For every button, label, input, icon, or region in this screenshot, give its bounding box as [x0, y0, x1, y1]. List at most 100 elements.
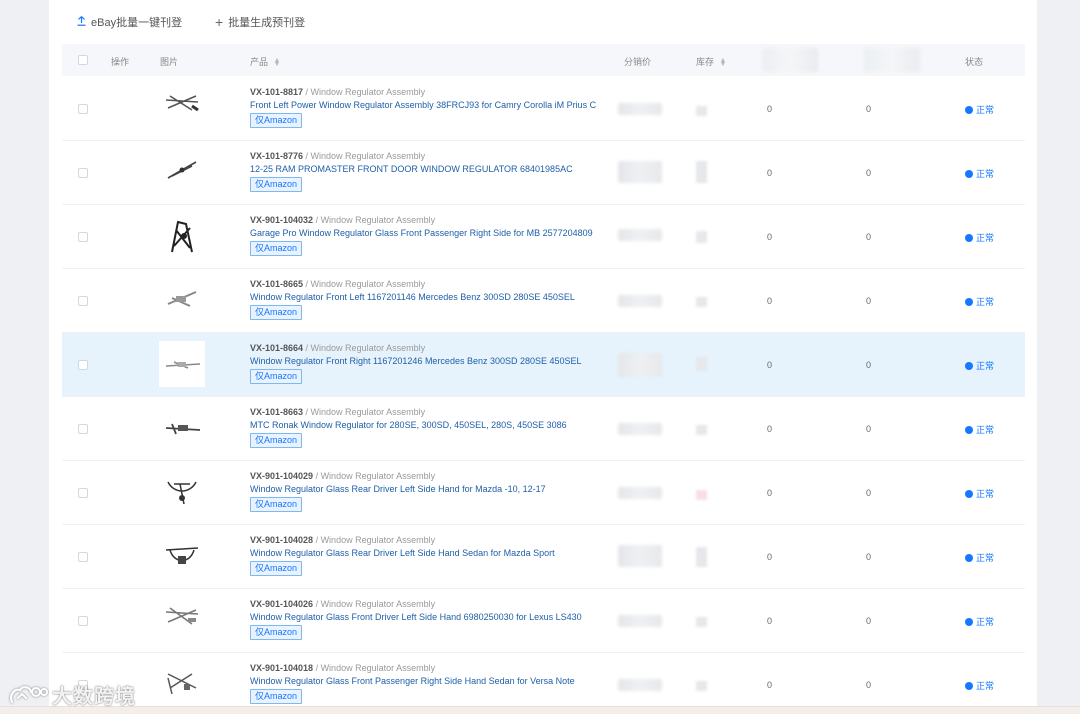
amazon-only-tag: 仅Amazon	[250, 433, 303, 448]
product-thumbnail[interactable]	[159, 405, 205, 451]
window-regulator-image	[171, 220, 193, 253]
amazon-only-tag: 仅Amazon	[250, 113, 303, 128]
status-label: 正常	[976, 489, 995, 499]
column-header-price: 分销价	[624, 57, 652, 67]
product-thumbnail[interactable]	[159, 149, 205, 195]
status-badge: 正常	[965, 103, 994, 116]
status-badge: 正常	[965, 359, 994, 372]
status-label: 正常	[976, 681, 995, 691]
status-dot-icon	[965, 297, 973, 306]
product-title-link[interactable]: Window Regulator Glass Rear Driver Left …	[250, 484, 600, 494]
product-category: / Window Regulator Assembly	[313, 471, 436, 481]
plus-icon: +	[215, 14, 224, 30]
product-sku: VX-101-8664	[250, 343, 304, 353]
table-row[interactable]: VX-101-8664 / Window Regulator Assembly …	[62, 333, 1025, 397]
product-title-link[interactable]: MTC Ronak Window Regulator for 280SE, 30…	[250, 420, 600, 430]
price-redacted	[618, 295, 662, 307]
sort-icon[interactable]: ▲ ▼	[274, 57, 281, 68]
price-redacted	[618, 103, 662, 115]
row-checkbox[interactable]	[78, 104, 88, 114]
toolbar: eBay批量一键刊登 + 批量生成预刊登	[49, 0, 1037, 44]
row-checkbox[interactable]	[78, 552, 88, 562]
product-title-link[interactable]: Window Regulator Glass Rear Driver Left …	[250, 548, 600, 558]
bulk-generate-prelisting-button[interactable]: + 批量生成预刊登	[215, 14, 305, 30]
product-thumbnail[interactable]	[159, 661, 205, 706]
product-thumbnail[interactable]	[159, 277, 205, 323]
value-cell: 0	[866, 616, 872, 626]
product-title-link[interactable]: Window Regulator Front Left 1167201146 M…	[250, 292, 600, 302]
product-category: / Window Regulator Assembly	[303, 87, 426, 97]
table-row[interactable]: VX-101-8776 / Window Regulator Assembly …	[62, 141, 1025, 205]
table-row[interactable]: VX-901-104028 / Window Regulator Assembl…	[62, 525, 1025, 589]
product-title-link[interactable]: Garage Pro Window Regulator Glass Front …	[250, 228, 600, 238]
row-checkbox[interactable]	[78, 424, 88, 434]
product-category: / Window Regulator Assembly	[313, 535, 436, 545]
status-label: 正常	[976, 169, 995, 179]
status-dot-icon	[965, 489, 973, 498]
table-row[interactable]: VX-101-8817 / Window Regulator Assembly …	[62, 77, 1025, 141]
product-thumbnail[interactable]	[159, 85, 205, 131]
status-dot-icon	[965, 169, 973, 178]
row-checkbox[interactable]	[78, 232, 88, 242]
stock-redacted	[696, 297, 707, 307]
product-title-link[interactable]: Front Left Power Window Regulator Assemb…	[250, 100, 600, 110]
value-cell: 0	[767, 168, 773, 178]
table-row[interactable]: VX-901-104029 / Window Regulator Assembl…	[62, 461, 1025, 525]
product-thumbnail[interactable]	[159, 597, 205, 643]
row-checkbox[interactable]	[78, 168, 88, 178]
price-redacted	[618, 545, 662, 567]
value-cell: 0	[767, 104, 773, 114]
product-sku: VX-101-8663	[250, 407, 304, 417]
column-header-stock[interactable]: 库存 ▲ ▼	[696, 55, 726, 68]
sort-icon[interactable]: ▲ ▼	[720, 57, 727, 68]
sku-line: VX-101-8776 / Window Regulator Assembly	[250, 151, 610, 161]
amazon-only-tag: 仅Amazon	[250, 369, 303, 384]
product-title-link[interactable]: 12-25 RAM PROMASTER FRONT DOOR WINDOW RE…	[250, 164, 600, 174]
main-panel: eBay批量一键刊登 + 批量生成预刊登 操作 图片 产品 ▲ ▼ 分销价 库存 …	[49, 0, 1037, 706]
stock-redacted	[696, 425, 707, 435]
column-header-stock-label: 库存	[696, 57, 715, 67]
stock-redacted	[696, 106, 707, 116]
sku-line: VX-901-104018 / Window Regulator Assembl…	[250, 663, 610, 673]
product-title-link[interactable]: Window Regulator Front Right 1167201246 …	[250, 356, 600, 366]
product-thumbnail[interactable]	[159, 469, 205, 515]
status-dot-icon	[965, 617, 973, 626]
status-badge: 正常	[965, 615, 994, 628]
product-title-link[interactable]: Window Regulator Glass Front Passenger R…	[250, 676, 600, 686]
row-checkbox[interactable]	[78, 488, 88, 498]
price-redacted	[618, 615, 662, 627]
product-thumbnail[interactable]	[159, 213, 205, 259]
status-badge: 正常	[965, 167, 994, 180]
row-checkbox[interactable]	[78, 616, 88, 626]
price-redacted	[618, 353, 662, 377]
column-header-redacted	[762, 48, 818, 72]
value-cell: 0	[767, 424, 773, 434]
row-checkbox[interactable]	[78, 360, 88, 370]
product-sku: VX-901-104018	[250, 663, 314, 673]
ebay-bulk-listing-label: eBay批量一键刊登	[91, 17, 183, 29]
table-row[interactable]: VX-901-104032 / Window Regulator Assembl…	[62, 205, 1025, 269]
product-category: / Window Regulator Assembly	[313, 599, 436, 609]
ebay-bulk-listing-button[interactable]: eBay批量一键刊登	[77, 14, 182, 30]
row-checkbox[interactable]	[78, 296, 88, 306]
value-cell: 0	[866, 488, 872, 498]
product-category: / Window Regulator Assembly	[303, 151, 426, 161]
watermark-logo-icon	[10, 685, 48, 703]
product-thumbnail[interactable]	[159, 533, 205, 579]
table-row[interactable]: VX-901-104018 / Window Regulator Assembl…	[62, 653, 1025, 706]
select-all-checkbox[interactable]	[78, 55, 88, 65]
product-cell: VX-901-104018 / Window Regulator Assembl…	[250, 663, 610, 704]
status-label: 正常	[976, 297, 995, 307]
column-header-status: 状态	[965, 57, 984, 67]
stock-redacted	[696, 357, 707, 371]
table-row[interactable]: VX-101-8665 / Window Regulator Assembly …	[62, 269, 1025, 333]
stock-redacted	[696, 547, 707, 567]
product-category: / Window Regulator Assembly	[303, 407, 426, 417]
product-title-link[interactable]: Window Regulator Glass Front Driver Left…	[250, 612, 600, 622]
table-row[interactable]: VX-901-104026 / Window Regulator Assembl…	[62, 589, 1025, 653]
column-header-product[interactable]: 产品 ▲ ▼	[250, 55, 280, 68]
table-row[interactable]: VX-101-8663 / Window Regulator Assembly …	[62, 397, 1025, 461]
product-cell: VX-101-8665 / Window Regulator Assembly …	[250, 279, 610, 320]
price-redacted	[618, 423, 662, 435]
product-thumbnail[interactable]	[159, 341, 205, 387]
